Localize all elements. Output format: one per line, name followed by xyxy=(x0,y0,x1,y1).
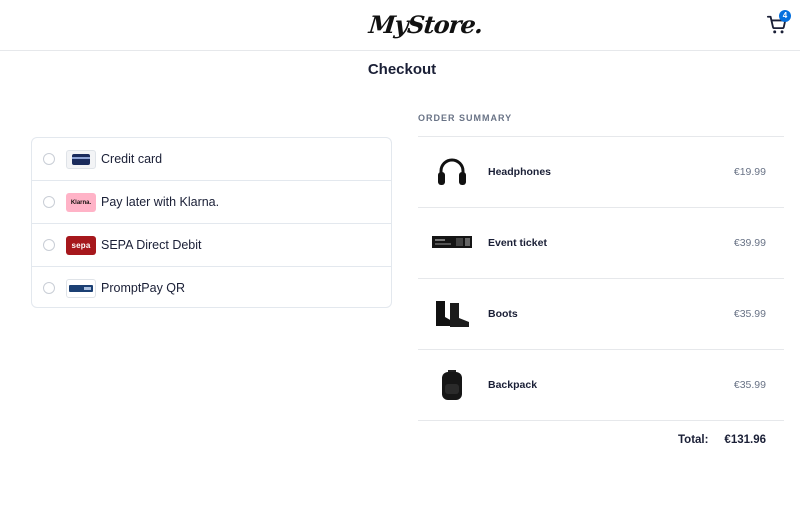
cart-count-badge: 4 xyxy=(779,10,791,22)
radio-button[interactable] xyxy=(43,239,55,251)
klarna-icon: Klarna. xyxy=(66,193,96,212)
boots-icon xyxy=(436,301,469,327)
payment-method-label: SEPA Direct Debit xyxy=(101,238,202,252)
item-price: €35.99 xyxy=(733,308,766,320)
order-summary-heading: ORDER SUMMARY xyxy=(418,113,513,123)
payment-method-label: PromptPay QR xyxy=(101,281,186,295)
payment-method-promptpay[interactable]: PromptPay QR xyxy=(32,267,391,307)
order-summary-list: Headphones €19.99 Event ticket €39.99 Bo… xyxy=(418,136,784,421)
payment-method-label: Pay later with Klarna. xyxy=(101,195,220,209)
item-price: €39.99 xyxy=(733,237,766,249)
payment-method-sepa[interactable]: sepa SEPA Direct Debit xyxy=(32,224,391,267)
headphones-icon xyxy=(438,158,466,185)
payment-method-klarna[interactable]: Klarna. Pay later with Klarna. xyxy=(32,181,391,224)
item-name: Boots xyxy=(488,308,518,320)
item-price: €19.99 xyxy=(733,166,766,178)
payment-method-credit-card[interactable]: Credit card xyxy=(32,138,391,181)
ticket-icon xyxy=(432,236,472,248)
total-value: €131.96 xyxy=(724,434,766,446)
backpack-icon xyxy=(442,370,462,400)
site-header: MyStore. 4 xyxy=(0,0,800,51)
order-item-headphones: Headphones €19.99 xyxy=(418,136,784,207)
radio-button[interactable] xyxy=(43,196,55,208)
store-logo[interactable]: MyStore. xyxy=(367,10,483,39)
radio-button[interactable] xyxy=(43,153,55,165)
item-name: Headphones xyxy=(488,166,552,178)
page-title: Checkout xyxy=(367,61,437,78)
order-item-backpack: Backpack €35.99 xyxy=(418,349,784,420)
credit-card-icon xyxy=(66,150,96,169)
promptpay-icon xyxy=(66,279,96,298)
order-item-event-ticket: Event ticket €39.99 xyxy=(418,207,784,278)
sepa-icon: sepa xyxy=(66,236,96,255)
order-item-boots: Boots €35.99 xyxy=(418,278,784,349)
item-name: Backpack xyxy=(488,379,538,391)
payment-method-label: Credit card xyxy=(101,152,163,166)
item-name: Event ticket xyxy=(488,237,547,249)
radio-button[interactable] xyxy=(43,282,55,294)
item-price: €35.99 xyxy=(733,379,766,391)
summary-divider xyxy=(418,420,784,421)
total-label: Total: xyxy=(678,434,709,446)
payment-method-list: Credit card Klarna. Pay later with Klarn… xyxy=(31,137,392,308)
